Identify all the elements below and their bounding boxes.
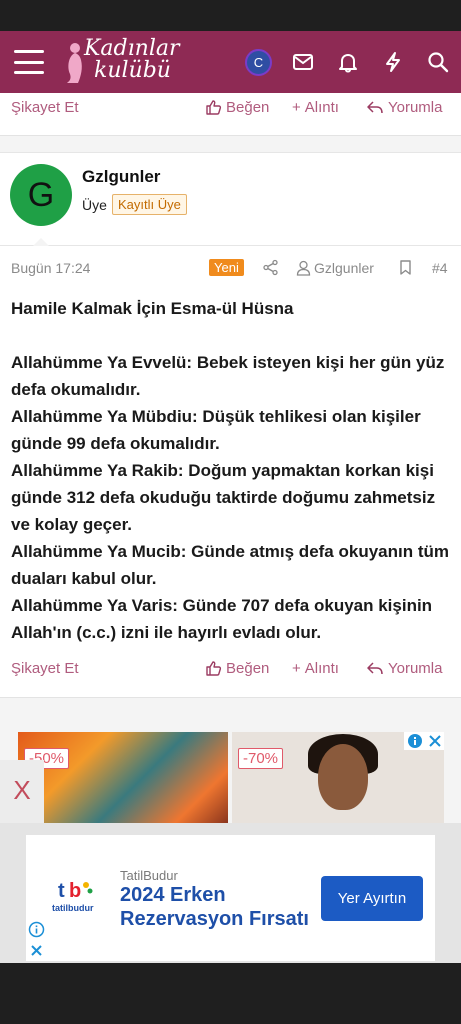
system-nav-bar (0, 963, 461, 1024)
quote-label: Alıntı (304, 660, 339, 677)
like-label: Beğen (226, 660, 270, 677)
post-number[interactable]: #4 (432, 260, 448, 276)
author-role: Üye (82, 197, 107, 213)
quote-button[interactable]: + Alıntı (292, 99, 339, 116)
quote-label: Alıntı (304, 99, 339, 116)
reply-icon (367, 101, 383, 114)
ad-choices[interactable] (404, 732, 444, 750)
author-badge: Kayıtlı Üye (112, 194, 187, 215)
model-face (318, 744, 368, 810)
post: Bugün 17:24 Yeni Gzlgunler #4 Hamile Kal… (0, 246, 461, 698)
svg-text:t: t (58, 880, 65, 902)
banner-title: 2024 Erken Rezervasyon Fırsatı (120, 883, 309, 931)
post-author-name: Gzlgunler (314, 260, 374, 276)
banner-ad-card[interactable]: t b tatilbudur TatilBudur 2024 Erken Rez… (26, 835, 435, 961)
thumbs-up-icon (206, 661, 222, 676)
search-icon[interactable] (427, 51, 449, 73)
new-badge: Yeni (209, 259, 244, 276)
product-ad[interactable]: -50% -70% (0, 722, 461, 832)
mail-icon[interactable] (292, 51, 314, 73)
thumbs-up-icon (206, 100, 222, 115)
banner-brand: TatilBudur (120, 868, 178, 883)
post-paragraph: Allahümme Ya Rakib: Doğum yapmaktan kork… (11, 461, 436, 534)
like-button[interactable]: Beğen (205, 660, 269, 677)
discount-badge: -70% (238, 748, 284, 769)
logo-text: tatilbudur (52, 903, 94, 913)
post-date[interactable]: Bugün 17:24 (11, 260, 90, 276)
post-paragraph: Allahümme Ya Varis: Günde 707 defa okuya… (11, 596, 433, 642)
close-icon[interactable] (428, 734, 442, 748)
prev-post-actions: Şikayet Et Beğen + Alıntı Yorumla (0, 93, 461, 136)
reply-label: Yorumla (388, 660, 443, 677)
bookmark-icon[interactable] (397, 259, 414, 276)
post-paragraph: Allahümme Ya Evvelü: Bebek isteyen kişi … (11, 353, 445, 399)
banner-cta-button[interactable]: Yer Ayırtın (321, 876, 423, 921)
post-author-block: G Gzlgunler Üye Kayıtlı Üye (0, 152, 461, 246)
banner-title-line1: 2024 Erken (120, 884, 226, 906)
reply-button[interactable]: Yorumla (366, 660, 442, 677)
logo-figure-icon (67, 43, 82, 83)
close-side-ad-button[interactable]: X (0, 760, 44, 826)
post-paragraph: Allahümme Ya Mübdiu: Düşük tehlikesi ola… (11, 407, 421, 453)
plus-icon: + (292, 660, 301, 677)
reply-button[interactable]: Yorumla (366, 99, 442, 116)
top-nav-bar: Kadınlar kulübü C (0, 31, 461, 93)
logo-text: Kadınlar kulübü (84, 38, 180, 82)
like-label: Beğen (226, 99, 270, 116)
post-body: Hamile Kalmak İçin Esma-ül Hüsna Allahüm… (11, 295, 451, 646)
post-paragraph: Allahümme Ya Mucib: Günde atmış defa oku… (11, 542, 449, 588)
bolt-icon[interactable] (382, 51, 404, 73)
post-author-link[interactable]: Gzlgunler (296, 260, 374, 276)
share-icon[interactable] (262, 259, 279, 276)
reply-icon (367, 662, 383, 675)
info-icon[interactable] (28, 921, 45, 938)
screen: Kadınlar kulübü C Şikayet Et Beğen + Alı… (0, 0, 461, 1024)
bell-icon[interactable] (337, 51, 359, 73)
logo-line2: kulübü (94, 58, 171, 83)
info-icon[interactable] (407, 733, 423, 749)
product-image-skirt[interactable]: -50% (18, 732, 228, 832)
like-button[interactable]: Beğen (205, 99, 269, 116)
close-icon[interactable] (28, 942, 45, 959)
quote-button[interactable]: + Alıntı (292, 660, 339, 677)
site-logo[interactable]: Kadınlar kulübü (62, 36, 192, 88)
author-name[interactable]: Gzlgunler (82, 167, 160, 187)
author-pointer (33, 238, 49, 246)
tatilbudur-logo: t b tatilbudur (52, 880, 94, 913)
svg-text:b: b (69, 880, 81, 902)
banner-title-line2: Rezervasyon Fırsatı (120, 908, 309, 930)
account-avatar[interactable]: C (245, 49, 272, 76)
menu-icon[interactable] (14, 50, 44, 74)
author-avatar[interactable]: G (10, 164, 72, 226)
post-title: Hamile Kalmak İçin Esma-ül Hüsna (11, 299, 294, 318)
plus-icon: + (292, 99, 301, 116)
banner-ad: t b tatilbudur TatilBudur 2024 Erken Rez… (0, 823, 461, 963)
status-bar (0, 0, 461, 31)
user-icon (296, 260, 311, 276)
reply-label: Yorumla (388, 99, 443, 116)
report-link[interactable]: Şikayet Et (11, 660, 79, 677)
report-link[interactable]: Şikayet Et (11, 99, 79, 116)
